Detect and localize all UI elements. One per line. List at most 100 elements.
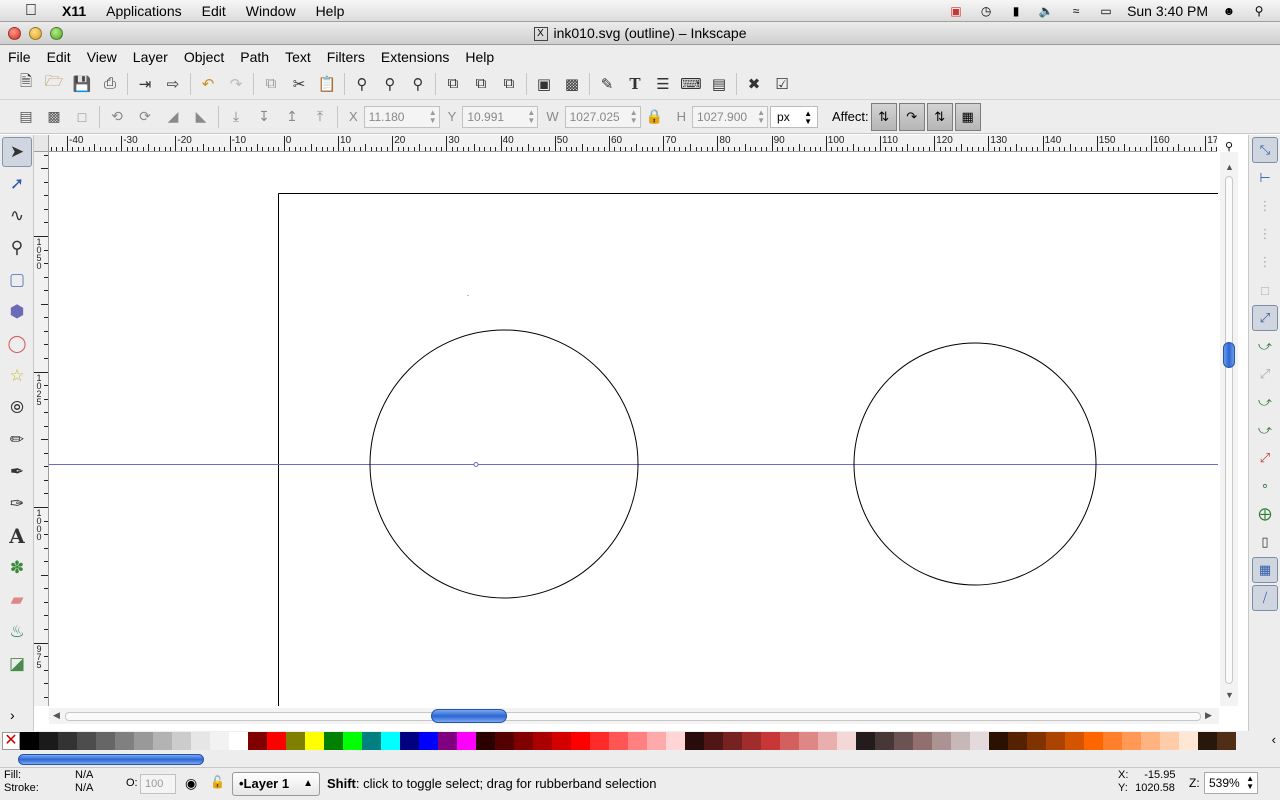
import-icon[interactable]: ⇥ — [131, 71, 159, 97]
x-field[interactable]: 11.180 ▲ ▼ — [363, 105, 440, 128]
spin-arrows-icon[interactable]: ▲ ▼ — [630, 108, 638, 125]
snap-paths-icon[interactable]: ⤻ — [1252, 333, 1278, 359]
color-swatch[interactable] — [742, 732, 761, 750]
pen-tool-icon[interactable]: ✒ — [2, 457, 32, 487]
gradient-tool-icon[interactable]: ◪ — [2, 649, 32, 679]
color-swatch[interactable] — [1179, 732, 1198, 750]
color-swatch[interactable] — [609, 732, 628, 750]
w-field[interactable]: 1027.025 ▲ ▼ — [564, 105, 641, 128]
save-icon[interactable]: 💾 — [68, 71, 96, 97]
spin-arrows-icon[interactable]: ▲ ▼ — [527, 108, 535, 125]
color-swatch[interactable] — [20, 732, 39, 750]
color-swatch[interactable] — [533, 732, 552, 750]
duplicate-icon[interactable]: ⧉ — [439, 71, 467, 97]
color-swatch[interactable] — [628, 732, 647, 750]
menu-edit[interactable]: Edit — [47, 49, 71, 65]
color-swatch[interactable] — [267, 732, 286, 750]
snap-bbox-edges-icon[interactable]: ⋮ — [1252, 193, 1278, 219]
preferences-icon[interactable]: ✖ — [740, 71, 768, 97]
color-swatch[interactable] — [343, 732, 362, 750]
select-all-layers-icon[interactable]: ▩ — [40, 104, 68, 130]
select-all-icon[interactable]: ▤ — [12, 104, 40, 130]
color-swatch[interactable] — [1160, 732, 1179, 750]
os-menu-app[interactable]: X11 — [62, 3, 86, 19]
flip-vertical-icon[interactable]: ◣ — [187, 104, 215, 130]
color-swatch[interactable] — [970, 732, 989, 750]
color-swatch[interactable] — [1103, 732, 1122, 750]
color-swatch[interactable] — [894, 732, 913, 750]
color-swatch[interactable] — [913, 732, 932, 750]
zoom-drawing-icon[interactable]: ⚲ — [376, 71, 404, 97]
menu-layer[interactable]: Layer — [133, 49, 168, 65]
horizontal-scroll-thumb[interactable] — [431, 709, 507, 723]
color-swatch[interactable] — [590, 732, 609, 750]
ungroup-icon[interactable]: ▩ — [558, 71, 586, 97]
vertical-ruler[interactable]: 1050 1025 1000 975 — [34, 152, 49, 706]
color-swatch[interactable] — [210, 732, 229, 750]
3d-box-tool-icon[interactable]: ⬢ — [2, 297, 32, 327]
color-swatch[interactable] — [229, 732, 248, 750]
color-swatch[interactable] — [134, 732, 153, 750]
selector-tool-icon[interactable]: ➤ — [2, 137, 32, 167]
lock-proportions-icon[interactable]: 🔒 — [641, 104, 669, 130]
clone-icon[interactable]: ⧉ — [467, 71, 495, 97]
new-document-icon[interactable]: 🗎 — [12, 71, 40, 97]
cut-icon[interactable]: ✂ — [285, 71, 313, 97]
color-swatch[interactable] — [875, 732, 894, 750]
color-swatch[interactable] — [438, 732, 457, 750]
color-swatch[interactable] — [1046, 732, 1065, 750]
menu-text[interactable]: Text — [285, 49, 311, 65]
color-swatch[interactable] — [400, 732, 419, 750]
unit-select[interactable]: px ▲ ▼ — [770, 105, 819, 128]
color-swatch[interactable] — [324, 732, 343, 750]
rotate-cw-icon[interactable]: ⟳ — [131, 104, 159, 130]
spotlight-search-icon[interactable]: ⚲ — [1250, 4, 1268, 18]
os-menu-window[interactable]: Window — [246, 3, 296, 19]
horizontal-scroll-track[interactable] — [65, 712, 1201, 721]
paste-icon[interactable]: 📋 — [313, 71, 341, 97]
zoom-tool-icon[interactable]: ⚲ — [2, 233, 32, 263]
color-swatch[interactable] — [989, 732, 1008, 750]
color-swatch[interactable] — [305, 732, 324, 750]
user-icon[interactable]: ☻ — [1220, 4, 1238, 18]
scroll-right-icon[interactable]: ▶ — [1205, 710, 1212, 721]
layer-visibility-eye-icon[interactable]: ◉ — [185, 775, 197, 792]
palette-menu-icon[interactable]: ‹ — [1272, 732, 1276, 747]
horizontal-ruler[interactable]: -40 -30 -20 -10 0 10 20 30 40 50 60 70 80 90 100 110 120… — [49, 135, 1217, 152]
color-swatch[interactable] — [495, 732, 514, 750]
star-tool-icon[interactable]: ☆ — [2, 361, 32, 391]
snap-enable-icon[interactable]: ⤡ — [1252, 137, 1278, 163]
raise-icon[interactable]: ↥ — [278, 104, 306, 130]
scale-corners-toggle-icon[interactable]: ↷ — [898, 102, 925, 131]
menu-file[interactable]: File — [8, 49, 31, 65]
menu-path[interactable]: Path — [240, 49, 269, 65]
snap-guides-icon[interactable]: ⧸ — [1252, 585, 1278, 611]
transform-patterns-toggle-icon[interactable]: ▦ — [954, 102, 981, 131]
color-swatch[interactable] — [837, 732, 856, 750]
color-swatch[interactable] — [58, 732, 77, 750]
undo-icon[interactable]: ↶ — [194, 71, 222, 97]
layer-lock-icon[interactable]: 🔓 — [210, 775, 225, 789]
color-swatch[interactable] — [704, 732, 723, 750]
rotate-ccw-icon[interactable]: ⟲ — [103, 104, 131, 130]
spin-arrows-icon[interactable]: ▲ ▼ — [1246, 775, 1254, 791]
color-swatch[interactable] — [951, 732, 970, 750]
zoom-field[interactable]: 539% ▲ ▼ — [1204, 772, 1258, 794]
color-swatch[interactable] — [856, 732, 875, 750]
group-icon[interactable]: ▣ — [530, 71, 558, 97]
scroll-down-icon[interactable]: ▼ — [1225, 690, 1234, 700]
color-swatch[interactable] — [685, 732, 704, 750]
palette-scrollbar[interactable] — [0, 751, 1280, 767]
color-swatch[interactable] — [172, 732, 191, 750]
volume-icon[interactable]: 🔈 — [1037, 4, 1055, 18]
menu-filters[interactable]: Filters — [327, 49, 365, 65]
unlink-clone-icon[interactable]: ⧉ — [495, 71, 523, 97]
no-paint-swatch-icon[interactable]: ✕ — [2, 732, 20, 750]
menu-help[interactable]: Help — [465, 49, 494, 65]
color-swatch[interactable] — [723, 732, 742, 750]
os-menu-edit[interactable]: Edit — [202, 3, 226, 19]
scale-stroke-toggle-icon[interactable]: ⇅ — [870, 102, 897, 131]
xml-editor-icon[interactable]: ⌨ — [677, 71, 705, 97]
color-swatch[interactable] — [286, 732, 305, 750]
color-swatch[interactable] — [362, 732, 381, 750]
